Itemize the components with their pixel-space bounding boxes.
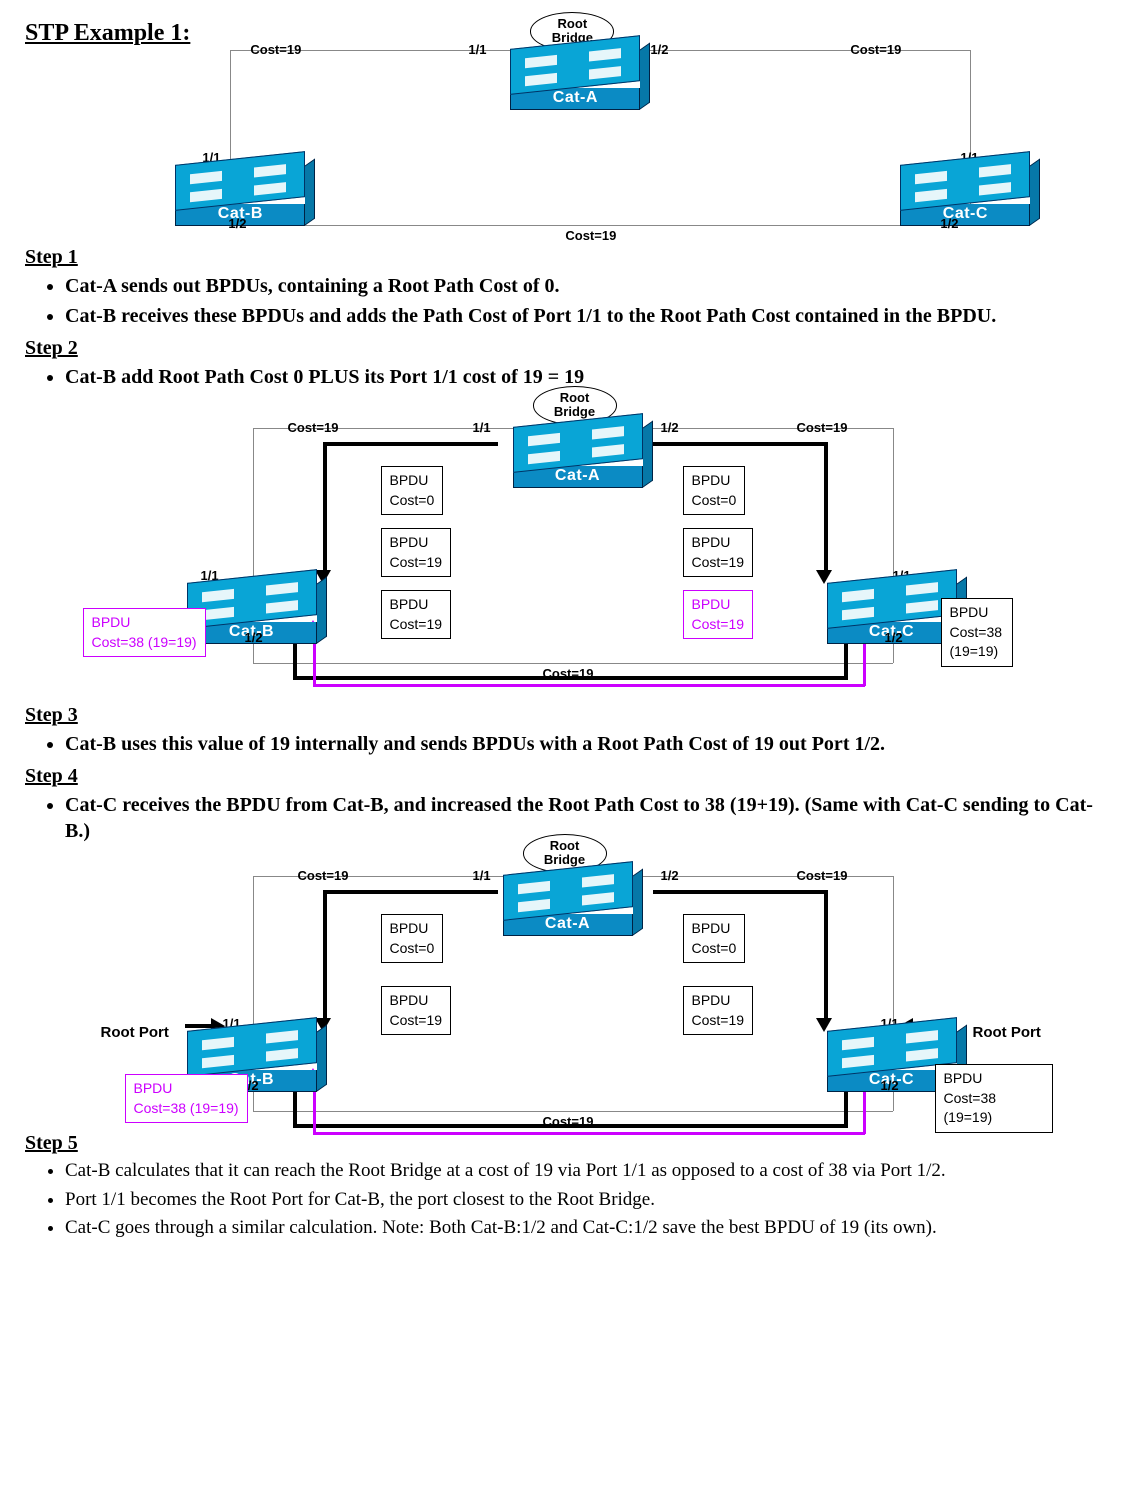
port-label: 1/2: [245, 630, 263, 645]
cost-label: Cost=19: [565, 228, 616, 243]
step-heading: Step 2: [25, 337, 1100, 360]
switch-icon: Cat-A: [513, 420, 643, 488]
list-item: Cat-B receives these BPDUs and adds the …: [65, 301, 1100, 331]
bpdu-box: BPDUCost=19: [381, 528, 452, 577]
list-item: Cat-B uses this value of 19 internally a…: [65, 729, 1100, 759]
diagram-3: RootBridge Cost=19 1/1 1/2 Cost=19 Cost=…: [73, 846, 1053, 1146]
cost-label: Cost=19: [288, 420, 339, 435]
bpdu-box: BPDUCost=19: [381, 986, 452, 1035]
root-port-label: Root Port: [973, 1024, 1041, 1041]
bpdu-box: BPDUCost=38 (19=19): [935, 1064, 1053, 1133]
list-item: Cat-A sends out BPDUs, containing a Root…: [65, 271, 1100, 301]
switch-icon: Cat-A: [503, 868, 633, 936]
bpdu-box: BPDUCost=38 (19=19): [125, 1074, 248, 1123]
step-list: Cat-A sends out BPDUs, containing a Root…: [25, 271, 1100, 331]
port-label: 1/1: [468, 42, 486, 57]
port-label: 1/2: [881, 1078, 899, 1093]
cost-label: Cost=19: [250, 42, 301, 57]
list-item: Cat-B calculates that it can reach the R…: [65, 1157, 1100, 1186]
bpdu-box: BPDUCost=19: [683, 590, 754, 639]
bpdu-box: BPDUCost=19: [683, 528, 754, 577]
step-heading: Step 4: [25, 765, 1100, 788]
list-item: Cat-C goes through a similar calculation…: [65, 1214, 1100, 1243]
bpdu-box: BPDUCost=0: [381, 466, 444, 515]
port-label: 1/2: [661, 868, 679, 883]
page-title: STP Example 1:: [25, 20, 190, 47]
list-item: Port 1/1 becomes the Root Port for Cat-B…: [65, 1186, 1100, 1215]
bpdu-box: BPDUCost=0: [683, 466, 746, 515]
bpdu-box: BPDUCost=38 (19=19): [83, 608, 206, 657]
port-label: 1/2: [885, 630, 903, 645]
bpdu-box: BPDUCost=0: [381, 914, 444, 963]
port-label: 1/2: [661, 420, 679, 435]
bpdu-box: BPDUCost=19: [683, 986, 754, 1035]
switch-icon: Cat-C: [900, 158, 1030, 226]
step-heading: Step 3: [25, 704, 1100, 727]
port-label: 1/2: [228, 216, 246, 231]
cost-label: Cost=19: [797, 420, 848, 435]
port-label: 1/2: [940, 216, 958, 231]
port-label: 1/2: [650, 42, 668, 57]
diagram-2: RootBridge Cost=19 1/1 1/2 Cost=19 Cost=…: [113, 398, 1013, 698]
port-label: 1/1: [473, 868, 491, 883]
switch-icon: Cat-A: [510, 42, 640, 110]
cost-label: Cost=19: [797, 868, 848, 883]
bpdu-box: BPDUCost=19: [381, 590, 452, 639]
bpdu-box: BPDUCost=0: [683, 914, 746, 963]
step-list: Cat-B calculates that it can reach the R…: [25, 1157, 1100, 1243]
root-port-label: Root Port: [101, 1024, 169, 1041]
diagram-1: RootBridge Cost=19 1/1 1/2 Cost=19 Cat-A…: [210, 20, 990, 240]
step-list: Cat-B uses this value of 19 internally a…: [25, 729, 1100, 759]
cost-label: Cost=19: [298, 868, 349, 883]
step-heading: Step 1: [25, 246, 1100, 269]
bpdu-box: BPDUCost=38 (19=19): [941, 598, 1013, 667]
port-label: 1/1: [473, 420, 491, 435]
cost-label: Cost=19: [850, 42, 901, 57]
